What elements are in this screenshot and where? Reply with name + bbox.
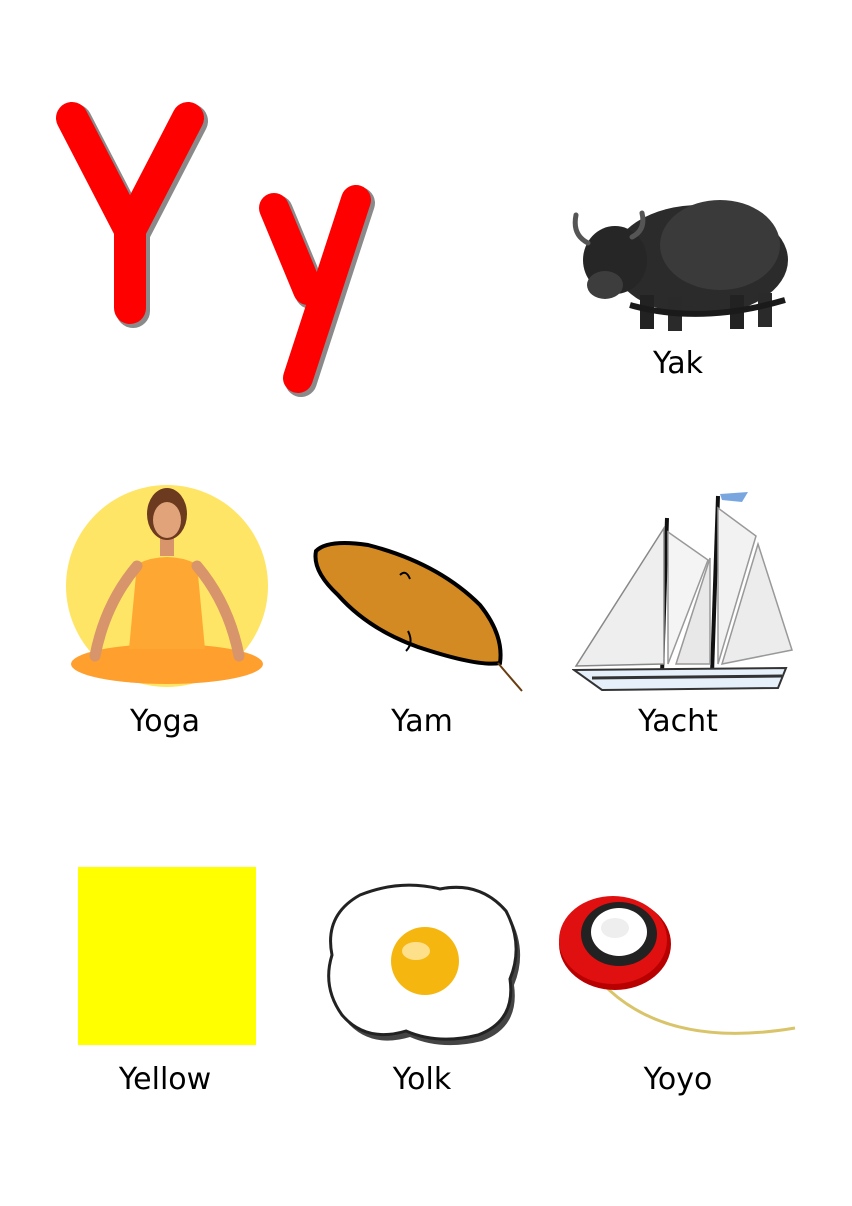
yacht-image <box>572 492 793 692</box>
yolk-image <box>327 883 521 1046</box>
yam-image <box>313 541 523 692</box>
yellow-label: Yellow <box>118 1062 212 1097</box>
yoga-image <box>66 485 268 687</box>
yak-image <box>572 200 788 331</box>
lowercase-y-letter <box>259 185 375 397</box>
yak-label: Yak <box>653 346 703 381</box>
yolk-label: Yolk <box>392 1062 452 1097</box>
yoyo-image <box>559 896 796 1035</box>
yellow-swatch <box>78 867 256 1045</box>
letter-y-graphic <box>56 102 375 397</box>
yacht-label: Yacht <box>638 704 718 739</box>
uppercase-y-letter <box>56 102 208 328</box>
yoyo-label: Yoyo <box>643 1062 713 1097</box>
yam-label: Yam <box>391 704 453 739</box>
yoga-label: Yoga <box>129 704 201 739</box>
